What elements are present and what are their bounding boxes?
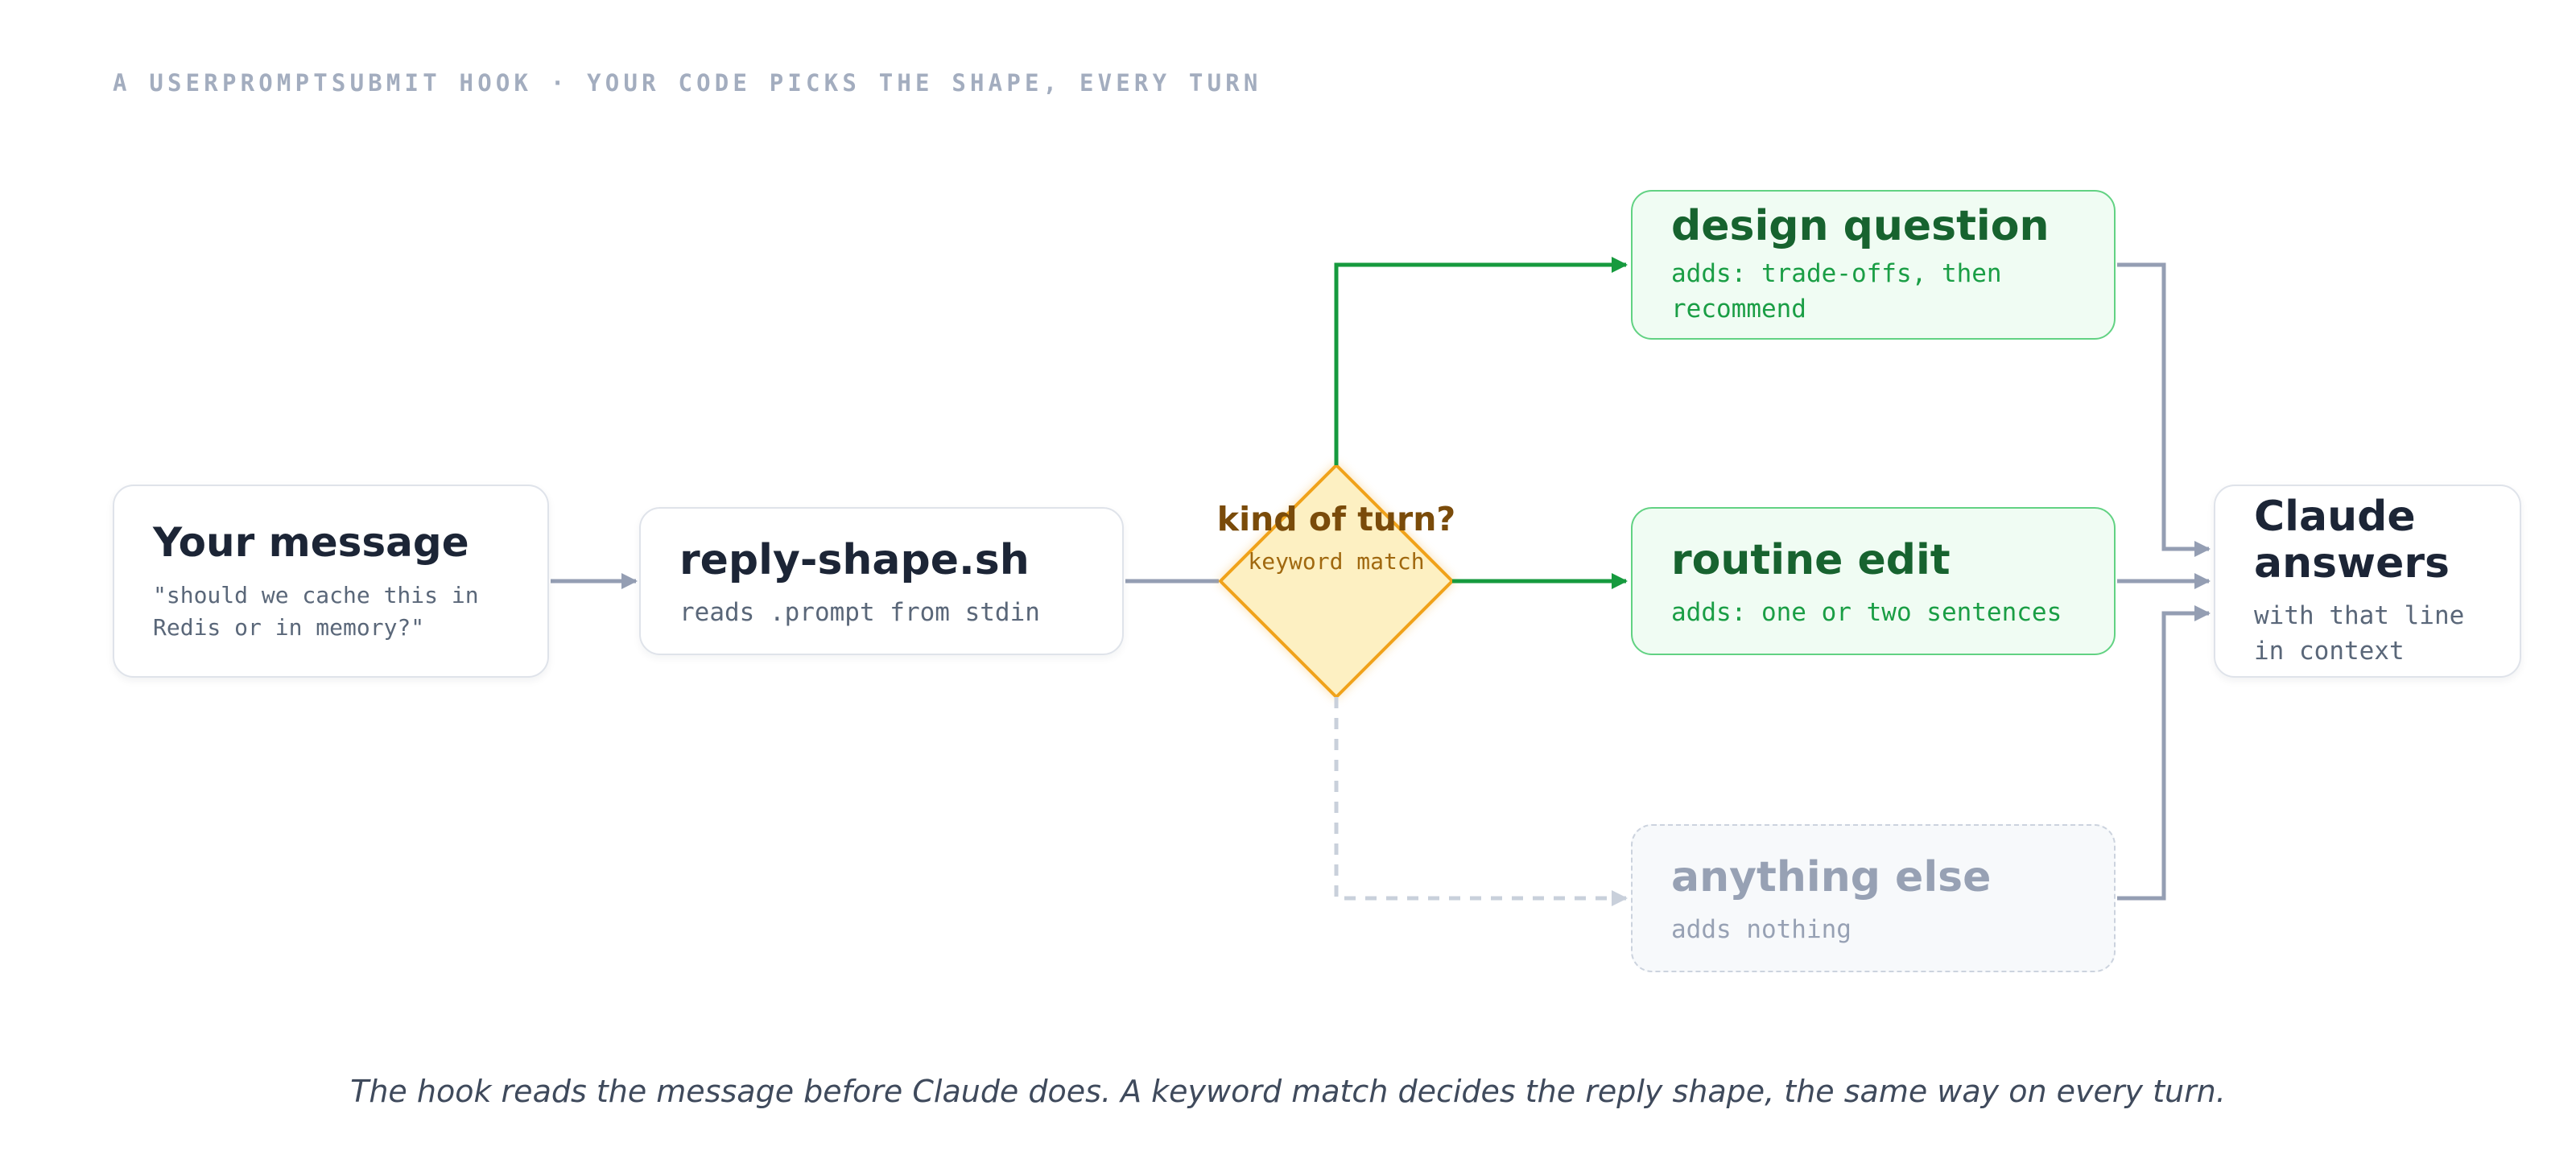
node-routine-edit-title: routine edit [1671, 535, 1951, 584]
node-anything-else-subtitle: adds nothing [1671, 915, 1852, 945]
decision-label: kind of turn? keyword match [1216, 499, 1457, 578]
node-your-message-subtitle: "should we cache this in Redis or in mem… [153, 582, 479, 641]
node-claude-answers-title: Claude answers [2254, 493, 2450, 588]
node-reply-shape-script-subtitle: reads .prompt from stdin [679, 598, 1040, 628]
node-claude-answers: Claude answers with that line in context [2214, 485, 2521, 678]
arrow-other-to-claude [2117, 605, 2211, 901]
node-anything-else: anything else adds nothing [1631, 824, 2116, 972]
arrow-decision-to-design [1334, 257, 1628, 465]
node-design-question-subtitle: adds: trade-offs, then recommend [1671, 259, 2002, 324]
arrow-decision-to-other [1334, 697, 1628, 906]
arrow-design-to-claude [2117, 262, 2211, 557]
decision-subtitle: keyword match [1248, 548, 1425, 575]
node-claude-answers-subtitle: with that line in context [2254, 601, 2465, 666]
node-reply-shape-script-title: reply-shape.sh [679, 535, 1030, 584]
node-your-message-title: Your message [153, 519, 469, 566]
node-routine-edit-subtitle: adds: one or two sentences [1671, 598, 2062, 628]
node-design-question-title: design question [1671, 202, 2050, 250]
decision-title: kind of turn? [1216, 500, 1456, 538]
node-routine-edit: routine edit adds: one or two sentences [1631, 507, 2116, 655]
node-reply-shape-script: reply-shape.sh reads .prompt from stdin [639, 507, 1124, 655]
diagram-caption: The hook reads the message before Claude… [350, 1074, 2226, 1109]
node-your-message: Your message "should we cache this in Re… [113, 485, 549, 678]
node-design-question: design question adds: trade-offs, then r… [1631, 190, 2116, 340]
node-anything-else-title: anything else [1671, 852, 1992, 901]
